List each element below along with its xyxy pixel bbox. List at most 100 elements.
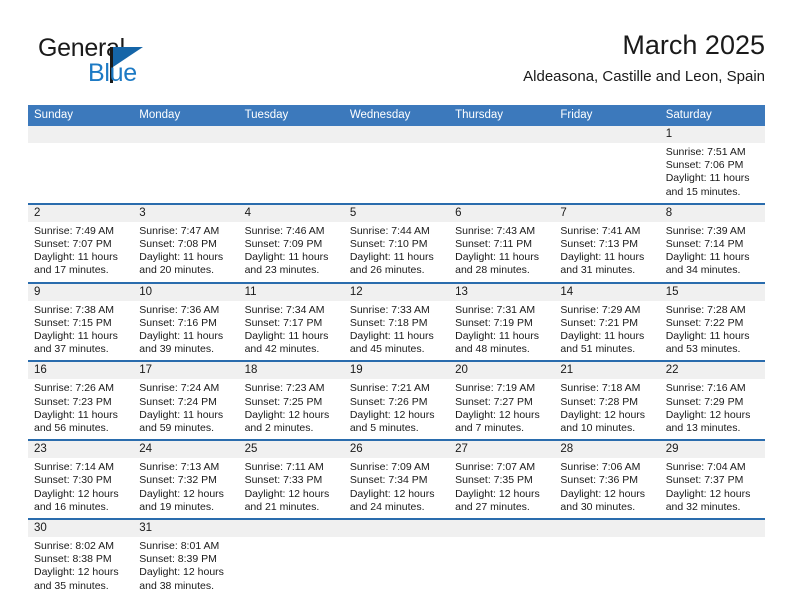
day-cell[interactable]: Sunrise: 7:11 AM Sunset: 7:33 PM Daylight:…: [239, 458, 344, 518]
sunrise-text: Sunrise: 7:24 AM: [139, 382, 220, 395]
day-number[interactable]: 19: [344, 362, 449, 379]
day-number-empty: [554, 520, 659, 537]
day-number[interactable]: 25: [239, 441, 344, 458]
day-cell-empty: [449, 537, 554, 597]
sunrise-text: Sunrise: 7:18 AM: [560, 382, 641, 395]
day-number[interactable]: 15: [660, 284, 765, 301]
daylight-text: Daylight: 11 hours and 31 minutes.: [560, 251, 645, 277]
day-cell[interactable]: Sunrise: 7:19 AM Sunset: 7:27 PM Daylight:…: [449, 379, 554, 439]
day-number[interactable]: 13: [449, 284, 554, 301]
day-detail-row: Sunrise: 7:14 AM Sunset: 7:30 PM Daylight:…: [28, 458, 765, 518]
day-cell[interactable]: Sunrise: 7:16 AM Sunset: 7:29 PM Daylight:…: [660, 379, 765, 439]
day-cell[interactable]: Sunrise: 7:09 AM Sunset: 7:34 PM Daylight:…: [344, 458, 449, 518]
day-cell[interactable]: Sunrise: 7:41 AM Sunset: 7:13 PM Daylight:…: [554, 222, 659, 282]
daylight-text: Daylight: 11 hours and 15 minutes.: [665, 172, 750, 198]
day-detail-row: Sunrise: 8:02 AM Sunset: 8:38 PM Daylight:…: [28, 537, 765, 597]
day-cell[interactable]: Sunrise: 7:04 AM Sunset: 7:37 PM Daylight:…: [660, 458, 765, 518]
day-cell[interactable]: Sunrise: 7:43 AM Sunset: 7:11 PM Daylight:…: [449, 222, 554, 282]
day-number[interactable]: 2: [28, 205, 133, 222]
day-cell[interactable]: Sunrise: 7:36 AM Sunset: 7:16 PM Daylight:…: [133, 301, 238, 361]
day-cell-empty: [449, 143, 554, 203]
day-cell[interactable]: Sunrise: 8:01 AM Sunset: 8:39 PM Daylight:…: [133, 537, 238, 597]
day-number-empty: [449, 126, 554, 143]
daylight-text: Daylight: 11 hours and 56 minutes.: [34, 408, 118, 435]
day-cell[interactable]: Sunrise: 7:33 AM Sunset: 7:18 PM Daylight:…: [344, 301, 449, 361]
day-cell[interactable]: Sunrise: 7:24 AM Sunset: 7:24 PM Daylight:…: [133, 379, 238, 439]
day-number[interactable]: 17: [133, 362, 238, 379]
sunset-text: Sunset: 7:30 PM: [34, 474, 112, 487]
day-detail-row: Sunrise: 7:49 AM Sunset: 7:07 PM Daylight:…: [28, 222, 765, 282]
day-cell-empty: [28, 143, 133, 203]
day-cell[interactable]: Sunrise: 7:51 AM Sunset: 7:06 PM Daylight:…: [660, 143, 765, 203]
day-number[interactable]: 6: [449, 205, 554, 222]
day-number[interactable]: 31: [133, 520, 238, 537]
day-cell[interactable]: Sunrise: 7:44 AM Sunset: 7:10 PM Daylight:…: [344, 222, 449, 282]
day-cell[interactable]: Sunrise: 8:02 AM Sunset: 8:38 PM Daylight:…: [28, 537, 133, 597]
day-number[interactable]: 1: [660, 126, 765, 143]
daylight-text: Daylight: 12 hours and 19 minutes.: [139, 487, 224, 513]
sunset-text: Sunset: 7:11 PM: [455, 238, 532, 251]
day-cell[interactable]: Sunrise: 7:29 AM Sunset: 7:21 PM Daylight:…: [554, 301, 659, 361]
sunrise-text: Sunrise: 7:07 AM: [455, 461, 536, 474]
sunrise-text: Sunrise: 7:41 AM: [560, 224, 641, 237]
day-cell[interactable]: Sunrise: 7:18 AM Sunset: 7:28 PM Daylight:…: [554, 379, 659, 439]
sunset-text: Sunset: 7:27 PM: [455, 395, 533, 408]
day-cell-empty: [344, 143, 449, 203]
day-cell[interactable]: Sunrise: 7:26 AM Sunset: 7:23 PM Daylight:…: [28, 379, 133, 439]
day-number[interactable]: 26: [344, 441, 449, 458]
day-number[interactable]: 9: [28, 284, 133, 301]
day-number-band: 16 17 18 19 20 21 22: [28, 362, 765, 380]
day-cell[interactable]: Sunrise: 7:46 AM Sunset: 7:09 PM Daylight:…: [239, 222, 344, 282]
day-number[interactable]: 8: [660, 205, 765, 222]
sunset-text: Sunset: 7:36 PM: [560, 474, 639, 487]
weekday-header-monday: Monday: [139, 109, 181, 121]
day-cell[interactable]: Sunrise: 7:47 AM Sunset: 7:08 PM Daylight:…: [133, 222, 238, 282]
day-number-band: 23 24 25 26 27 28 29: [28, 441, 765, 459]
day-cell[interactable]: Sunrise: 7:23 AM Sunset: 7:25 PM Daylight:…: [239, 379, 344, 439]
day-number-empty: [133, 126, 238, 143]
day-number[interactable]: 3: [133, 205, 238, 222]
day-cell[interactable]: Sunrise: 7:34 AM Sunset: 7:17 PM Daylight:…: [239, 301, 344, 361]
day-cell[interactable]: Sunrise: 7:38 AM Sunset: 7:15 PM Daylight:…: [28, 301, 133, 361]
day-number[interactable]: 5: [344, 205, 449, 222]
sunset-text: Sunset: 7:18 PM: [349, 316, 428, 329]
day-number[interactable]: 14: [554, 284, 659, 301]
sunset-text: Sunset: 7:06 PM: [665, 159, 744, 172]
day-number[interactable]: 12: [344, 284, 449, 301]
sunrise-text: Sunrise: 7:34 AM: [244, 303, 325, 316]
day-number[interactable]: 21: [554, 362, 659, 379]
day-cell[interactable]: Sunrise: 7:07 AM Sunset: 7:35 PM Daylight:…: [449, 458, 554, 518]
day-number[interactable]: 10: [133, 284, 238, 301]
page-title: March 2025: [622, 30, 765, 60]
day-cell[interactable]: Sunrise: 7:28 AM Sunset: 7:22 PM Daylight:…: [660, 301, 765, 361]
day-number[interactable]: 20: [449, 362, 554, 379]
day-number[interactable]: 16: [28, 362, 133, 379]
calendar-weeks: 1 Sunrise: 7:51 AM Sunset: 7:06 PM Daylight…: [28, 126, 765, 597]
day-number[interactable]: 4: [239, 205, 344, 222]
day-number[interactable]: 7: [554, 205, 659, 222]
day-cell[interactable]: Sunrise: 7:13 AM Sunset: 7:32 PM Daylight:…: [133, 458, 238, 518]
day-cell-empty: [239, 143, 344, 203]
sunrise-text: Sunrise: 8:02 AM: [34, 540, 114, 553]
day-cell-empty: [554, 143, 659, 203]
sunrise-text: Sunrise: 7:26 AM: [34, 382, 114, 395]
day-number[interactable]: 27: [449, 441, 554, 458]
day-number[interactable]: 11: [239, 284, 344, 301]
day-number[interactable]: 28: [554, 441, 659, 458]
day-number-empty: [239, 126, 344, 143]
day-cell[interactable]: Sunrise: 7:49 AM Sunset: 7:07 PM Daylight:…: [28, 222, 133, 282]
day-number[interactable]: 29: [660, 441, 765, 458]
day-cell[interactable]: Sunrise: 7:06 AM Sunset: 7:36 PM Daylight:…: [554, 458, 659, 518]
day-number[interactable]: 18: [239, 362, 344, 379]
day-number[interactable]: 30: [28, 520, 133, 537]
day-number[interactable]: 22: [660, 362, 765, 379]
day-cell[interactable]: Sunrise: 7:21 AM Sunset: 7:26 PM Daylight:…: [344, 379, 449, 439]
day-cell[interactable]: Sunrise: 7:39 AM Sunset: 7:14 PM Daylight:…: [660, 222, 765, 282]
daylight-text: Daylight: 12 hours and 5 minutes.: [349, 408, 435, 435]
day-cell[interactable]: Sunrise: 7:31 AM Sunset: 7:19 PM Daylight:…: [449, 301, 554, 361]
calendar-week-row: 30 31 Sunrise: 8:02 AM Sunset: 8:38 PM Dayli…: [28, 518, 765, 597]
day-number[interactable]: 23: [28, 441, 133, 458]
page-header: General Blue March 2025 Aldeasona, Casti…: [28, 28, 765, 98]
day-cell[interactable]: Sunrise: 7:14 AM Sunset: 7:30 PM Daylight:…: [28, 458, 133, 518]
day-number[interactable]: 24: [133, 441, 238, 458]
